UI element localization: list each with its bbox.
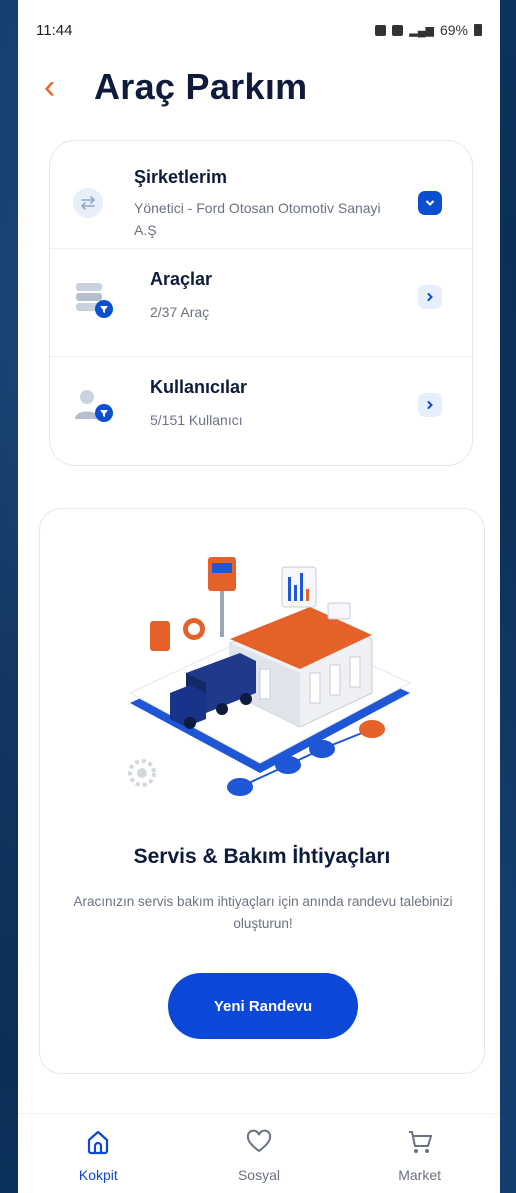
bottom-tab-bar: Kokpit Sosyal Market — [18, 1113, 500, 1193]
lock-icon — [375, 24, 387, 36]
phone-screen: 11:44 ▂▄▆ 69% ‹ Araç Parkım Şirketlerim … — [18, 0, 500, 1193]
tab-kokpit[interactable]: Kokpit — [38, 1128, 158, 1183]
users-subtitle: 5/151 Kullanıcı — [150, 412, 243, 428]
truck-filter-icon — [72, 279, 116, 324]
vehicles-title: Araçlar — [150, 269, 213, 289]
tab-market[interactable]: Market — [360, 1128, 480, 1183]
cart-icon — [406, 1128, 434, 1161]
tab-label: Market — [398, 1167, 442, 1183]
back-icon[interactable]: ‹ — [44, 70, 84, 104]
page-header: ‹ Araç Parkım — [18, 62, 500, 112]
battery-level: 69% — [439, 22, 468, 38]
tab-sosyal[interactable]: Sosyal — [199, 1128, 319, 1183]
service-promo-card: Servis & Bakım İhtiyaçları Aracınızın se… — [39, 508, 485, 1074]
new-appointment-button[interactable]: Yeni Randevu — [168, 973, 358, 1039]
home-icon — [84, 1128, 112, 1161]
status-icons: ▂▄▆ 69% — [375, 22, 482, 38]
chevron-right-icon[interactable] — [418, 285, 442, 309]
page-title: Araç Parkım — [94, 66, 308, 107]
companies-subtitle: Yönetici - Ford Otosan Otomotiv Sanayi A… — [134, 200, 381, 238]
users-title: Kullanıcılar — [150, 377, 248, 397]
signal-icon: ▂▄▆ — [409, 24, 434, 37]
battery-icon — [474, 24, 482, 36]
fleet-card: Şirketlerim Yönetici - Ford Otosan Otomo… — [49, 140, 473, 466]
chevron-right-icon[interactable] — [418, 393, 442, 417]
heart-icon — [245, 1128, 273, 1161]
promo-description: Aracınızın servis bakım ihtiyaçları için… — [73, 894, 453, 931]
companies-title: Şirketlerim — [134, 167, 228, 187]
users-row[interactable]: Kullanıcılar 5/151 Kullanıcı — [50, 357, 472, 465]
status-time: 11:44 — [36, 21, 73, 39]
vehicles-subtitle: 2/37 Araç — [150, 304, 210, 320]
alarm-icon — [392, 24, 404, 36]
service-illustration — [128, 557, 412, 796]
vehicles-row[interactable]: Araçlar 2/37 Araç — [50, 249, 472, 357]
user-filter-icon — [72, 385, 116, 430]
chevron-down-icon[interactable] — [418, 191, 442, 215]
status-bar: 11:44 ▂▄▆ 69% — [18, 0, 500, 60]
companies-row[interactable]: Şirketlerim Yönetici - Ford Otosan Otomo… — [50, 141, 472, 249]
tab-label: Kokpit — [78, 1167, 118, 1183]
tab-label: Sosyal — [237, 1167, 280, 1183]
promo-title: Servis & Bakım İhtiyaçları — [133, 845, 391, 868]
swap-icon — [72, 187, 104, 224]
